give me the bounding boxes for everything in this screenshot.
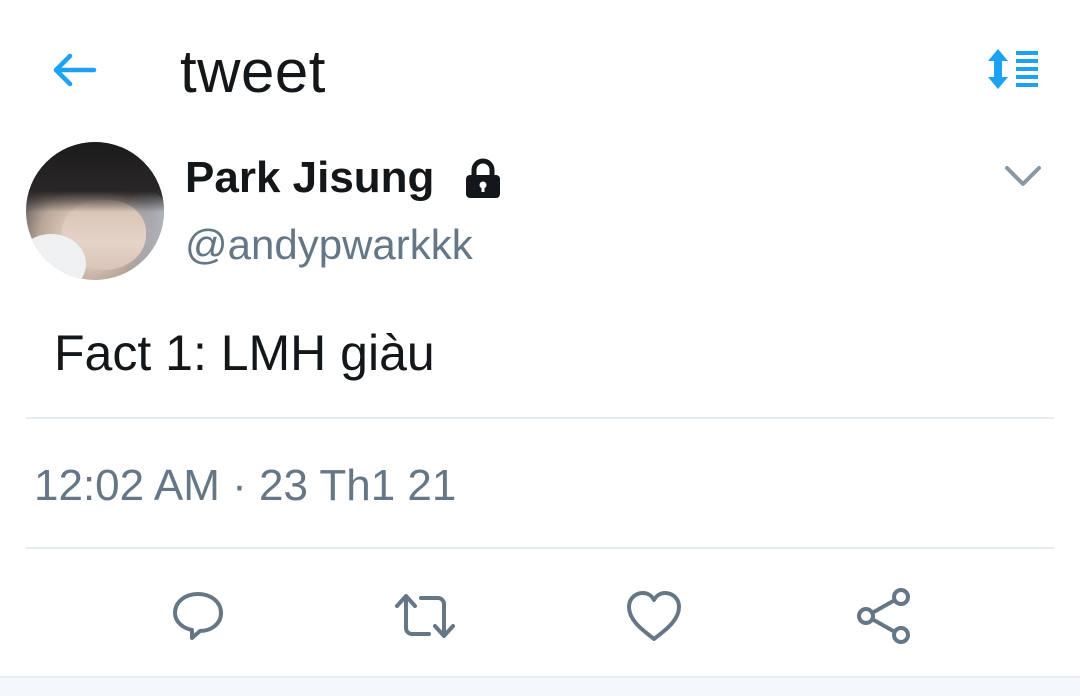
reply-icon (173, 592, 223, 640)
divider (26, 547, 1054, 549)
back-button[interactable] (44, 46, 104, 94)
tweet-action-bar (0, 570, 1080, 660)
tweet-timestamp: 12:02 AM · 23 Th1 21 (34, 461, 457, 510)
heart-icon (627, 591, 681, 641)
tweet-text: Fact 1: LMH giàu (54, 325, 435, 381)
author-handle[interactable]: @andypwarkkk (185, 218, 473, 272)
retweet-button[interactable] (393, 584, 457, 648)
author-display-name[interactable]: Park Jisung (185, 150, 434, 206)
chevron-down-icon (1005, 166, 1041, 186)
sort-button[interactable] (980, 44, 1044, 94)
page-title: tweet (180, 38, 326, 105)
sort-list-icon (988, 49, 1038, 89)
arrow-left-icon (53, 53, 97, 87)
share-button[interactable] (852, 584, 916, 648)
divider (0, 676, 1080, 696)
lock-icon (466, 158, 500, 198)
tweet-author-row: Park Jisung @andypwarkkk (0, 140, 1080, 290)
divider (26, 417, 1054, 419)
tweet-options-button[interactable] (996, 156, 1050, 196)
retweet-icon (395, 594, 455, 638)
share-icon (857, 588, 910, 644)
avatar[interactable] (26, 142, 164, 280)
like-button[interactable] (622, 584, 686, 648)
top-app-bar: tweet (0, 0, 1080, 140)
reply-button[interactable] (166, 584, 230, 648)
